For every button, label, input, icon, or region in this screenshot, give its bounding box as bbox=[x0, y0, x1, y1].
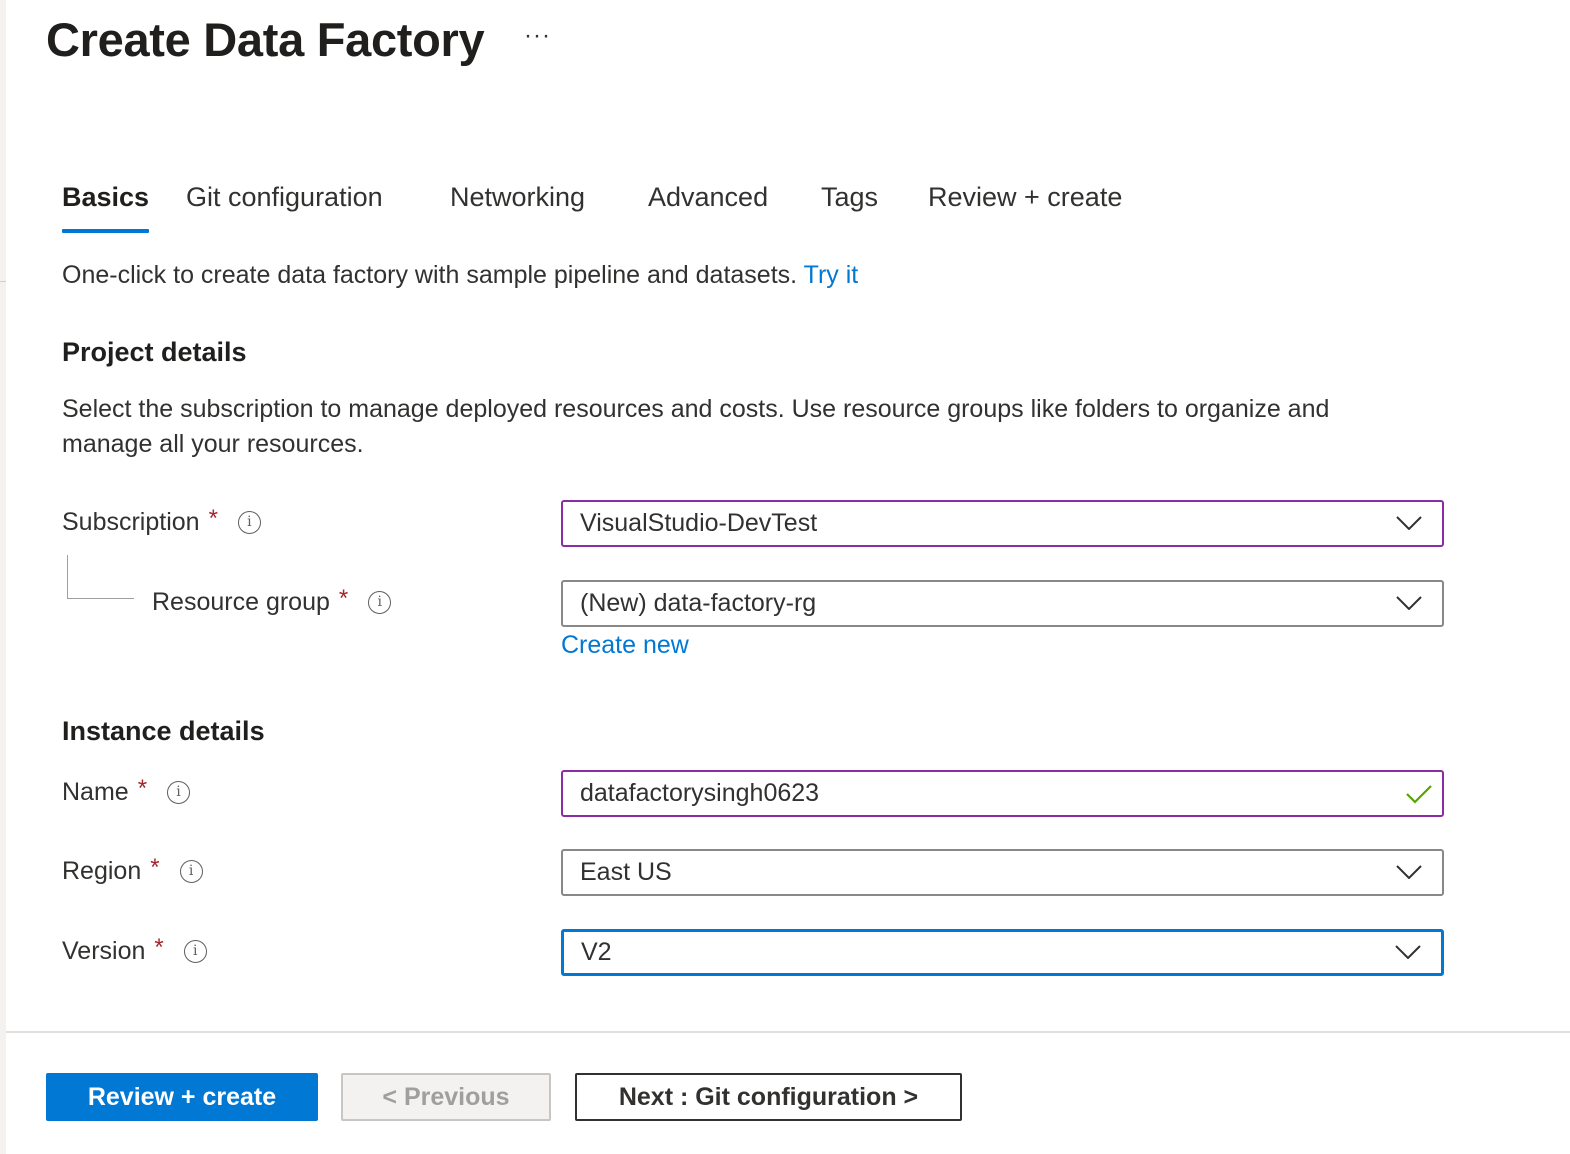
footer-divider bbox=[6, 1031, 1570, 1033]
version-dropdown[interactable]: V2 bbox=[561, 929, 1444, 976]
name-input[interactable]: datafactorysingh0623 bbox=[561, 770, 1444, 817]
region-dropdown[interactable]: East US bbox=[561, 849, 1444, 896]
resource-group-label: Resource group * i bbox=[152, 584, 392, 617]
project-details-heading: Project details bbox=[62, 337, 247, 367]
left-rail bbox=[0, 0, 6, 1154]
version-label: Version * i bbox=[62, 933, 207, 966]
chevron-down-icon bbox=[1396, 515, 1422, 530]
name-label-text: Name bbox=[62, 778, 129, 806]
next-git-configuration-button[interactable]: Next : Git configuration > bbox=[575, 1073, 962, 1121]
required-asterisk: * bbox=[150, 853, 160, 881]
info-icon[interactable]: i bbox=[183, 940, 207, 963]
review-create-button[interactable]: Review + create bbox=[46, 1073, 318, 1121]
previous-button[interactable]: < Previous bbox=[341, 1073, 551, 1121]
region-label-text: Region bbox=[62, 857, 142, 885]
resource-group-dropdown[interactable]: (New) data-factory-rg bbox=[561, 580, 1444, 627]
tab-review-create[interactable]: Review + create bbox=[928, 182, 1122, 213]
tab-tags[interactable]: Tags bbox=[821, 182, 878, 213]
subscription-label: Subscription * i bbox=[62, 504, 261, 537]
required-asterisk: * bbox=[338, 584, 349, 612]
region-value: East US bbox=[580, 858, 672, 886]
name-label: Name * i bbox=[62, 774, 191, 807]
hierarchy-connector bbox=[67, 555, 134, 599]
info-icon[interactable]: i bbox=[167, 781, 191, 804]
info-icon[interactable]: i bbox=[179, 860, 203, 883]
subscription-value: VisualStudio-DevTest bbox=[580, 509, 818, 537]
name-value: datafactorysingh0623 bbox=[580, 779, 820, 807]
version-label-text: Version bbox=[62, 937, 146, 965]
tab-basics[interactable]: Basics bbox=[62, 182, 150, 233]
info-icon[interactable]: i bbox=[368, 591, 392, 614]
page-title: Create Data Factory bbox=[46, 13, 485, 66]
left-rail-divider bbox=[0, 281, 6, 282]
intro-message: One-click to create data factory with sa… bbox=[62, 261, 804, 289]
checkmark-icon bbox=[1406, 784, 1432, 804]
subscription-dropdown[interactable]: VisualStudio-DevTest bbox=[561, 500, 1444, 547]
tab-networking[interactable]: Networking bbox=[450, 182, 585, 213]
version-value: V2 bbox=[581, 938, 612, 966]
info-icon[interactable]: i bbox=[237, 511, 261, 534]
tab-git-configuration[interactable]: Git configuration bbox=[186, 182, 383, 213]
required-asterisk: * bbox=[137, 774, 148, 802]
chevron-down-icon bbox=[1396, 595, 1422, 610]
resource-group-label-text: Resource group bbox=[152, 588, 330, 616]
required-asterisk: * bbox=[208, 504, 218, 532]
instance-details-heading: Instance details bbox=[62, 716, 265, 746]
chevron-down-icon bbox=[1396, 864, 1422, 879]
tab-advanced[interactable]: Advanced bbox=[648, 182, 768, 213]
create-new-link[interactable]: Create new bbox=[561, 631, 689, 660]
project-details-description: Select the subscription to manage deploy… bbox=[62, 395, 1330, 458]
try-it-link[interactable]: Try it bbox=[804, 261, 859, 289]
intro-text: One-click to create data factory with sa… bbox=[62, 261, 858, 290]
chevron-down-icon bbox=[1395, 944, 1421, 959]
more-options-icon[interactable]: ··· bbox=[524, 22, 551, 50]
region-label: Region * i bbox=[62, 853, 203, 886]
resource-group-value: (New) data-factory-rg bbox=[580, 589, 817, 617]
subscription-label-text: Subscription bbox=[62, 508, 200, 536]
required-asterisk: * bbox=[154, 933, 164, 961]
